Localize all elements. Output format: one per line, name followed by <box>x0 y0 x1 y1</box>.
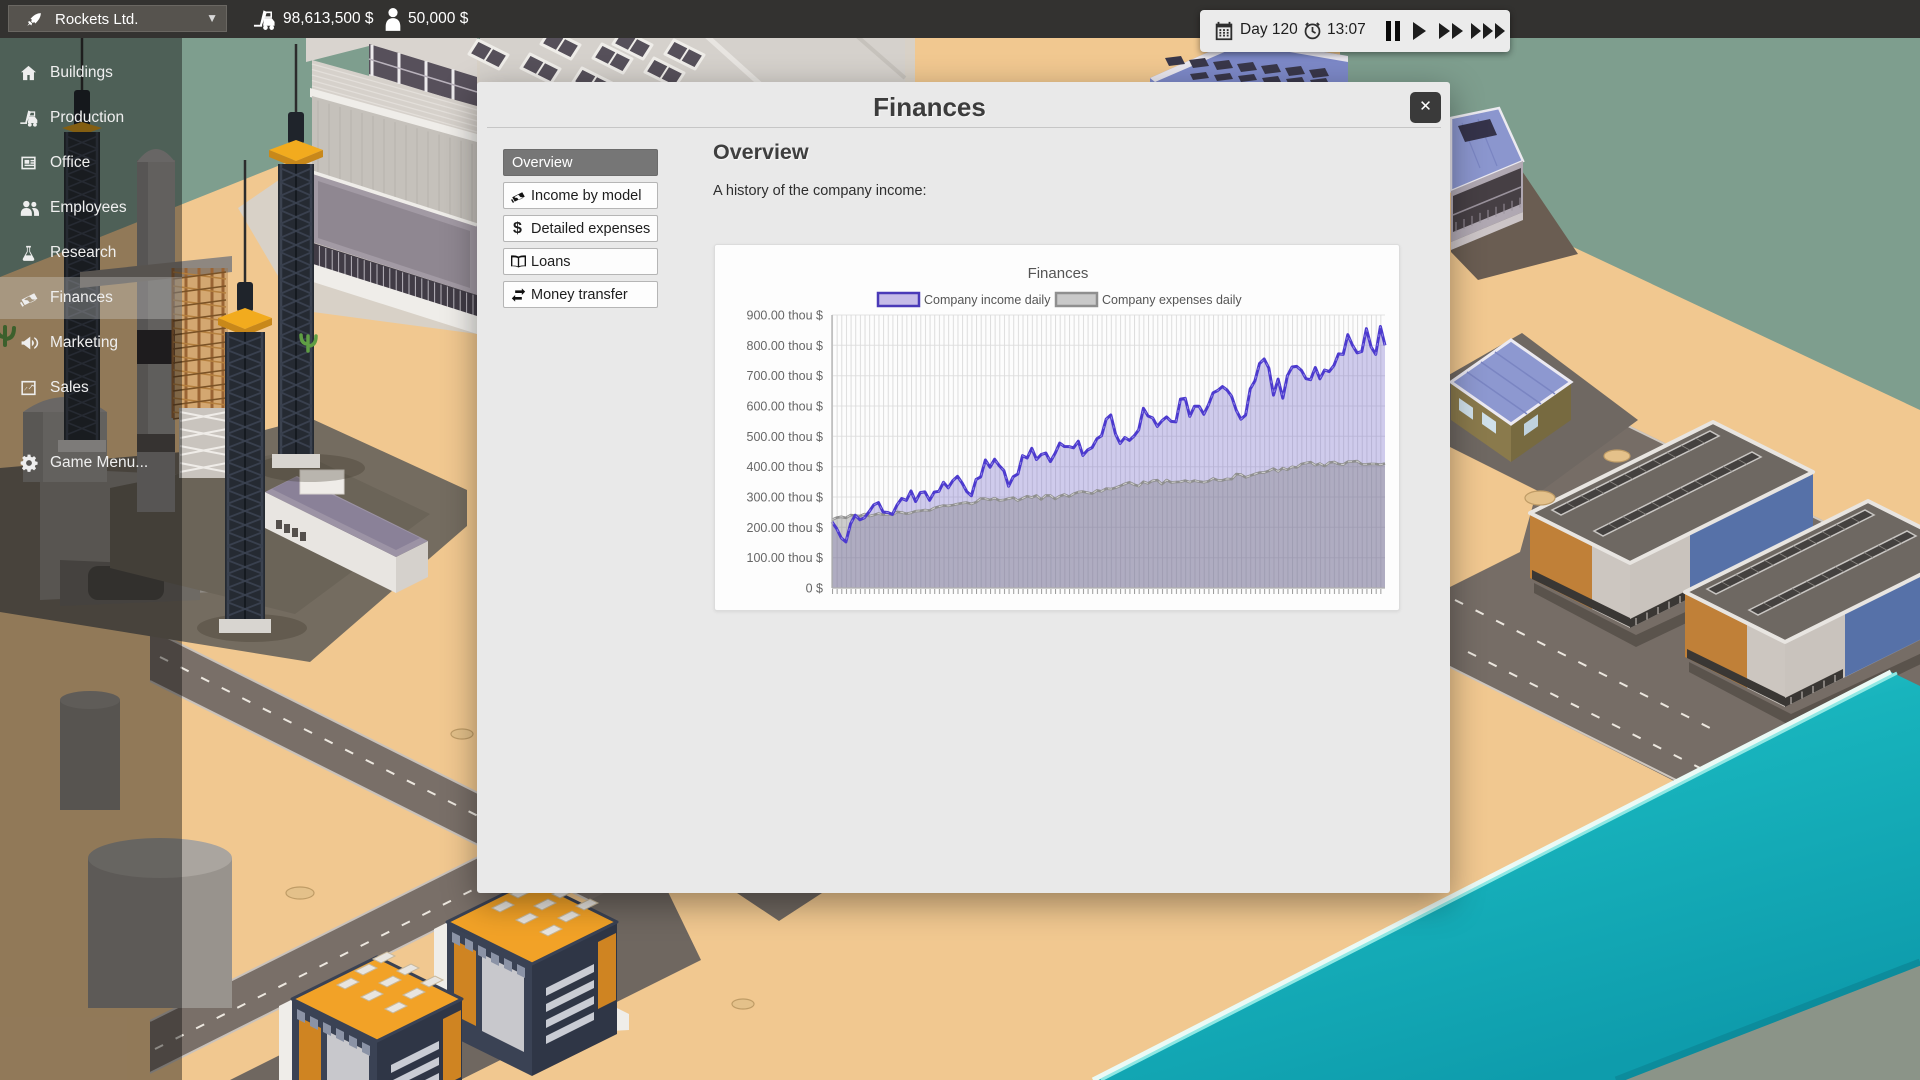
svg-text:400.00 thou $: 400.00 thou $ <box>747 460 824 474</box>
svg-text:Company expenses daily: Company expenses daily <box>1102 293 1242 307</box>
svg-text:100.00 thou $: 100.00 thou $ <box>747 551 824 565</box>
svg-text:200.00 thou $: 200.00 thou $ <box>747 521 824 535</box>
svg-text:Finances: Finances <box>1028 265 1089 282</box>
svg-text:Company income daily: Company income daily <box>924 293 1051 307</box>
svg-text:600.00 thou $: 600.00 thou $ <box>747 400 824 414</box>
svg-text:0 $: 0 $ <box>806 582 823 596</box>
svg-text:500.00 thou $: 500.00 thou $ <box>747 430 824 444</box>
svg-text:300.00 thou $: 300.00 thou $ <box>747 491 824 505</box>
svg-text:800.00 thou $: 800.00 thou $ <box>747 339 824 353</box>
svg-text:700.00 thou $: 700.00 thou $ <box>747 369 824 383</box>
svg-text:900.00 thou $: 900.00 thou $ <box>747 309 824 323</box>
